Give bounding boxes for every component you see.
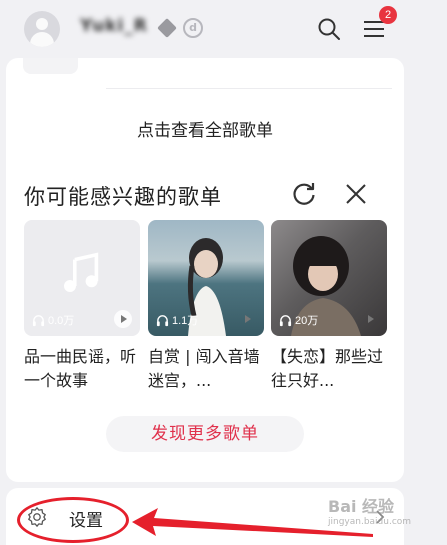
- view-all-playlists-link[interactable]: 点击查看全部歌单: [6, 116, 404, 141]
- level-badge[interactable]: d: [183, 18, 203, 38]
- refresh-icon[interactable]: [291, 181, 317, 207]
- playlist-cover[interactable]: 20万: [271, 220, 387, 336]
- recommended-section-title: 你可能感兴趣的歌单: [24, 185, 222, 209]
- play-icon[interactable]: [361, 310, 379, 328]
- watermark: Bai 经验 jingyan.baidu.com: [328, 497, 412, 527]
- discover-more-button[interactable]: 发现更多歌单: [106, 416, 304, 452]
- playlist-title[interactable]: 品一曲民谣，听一个故事: [24, 345, 140, 393]
- play-count: 20万: [279, 312, 318, 328]
- headphone-icon: [279, 314, 292, 326]
- close-icon[interactable]: [344, 182, 368, 206]
- annotation-circle: [17, 497, 129, 543]
- playlist-item[interactable]: 20万 【失恋】那些过往只好...: [271, 220, 387, 393]
- play-count: 0.0万: [32, 312, 74, 328]
- vip-icon[interactable]: [157, 18, 177, 38]
- playlist-title[interactable]: 自赏 | 闯入音墙迷宫，...: [148, 345, 264, 393]
- divider: [106, 88, 392, 89]
- notification-badge: 2: [379, 6, 397, 24]
- top-bar: Yuki_R d 2: [0, 0, 447, 58]
- playlist-item[interactable]: 1.1万 自赏 | 闯入音墙迷宫，...: [148, 220, 264, 393]
- music-note-icon: [64, 252, 99, 292]
- playlist-item[interactable]: 0.0万 品一曲民谣，听一个故事: [24, 220, 140, 393]
- headphone-icon: [32, 314, 45, 326]
- play-icon[interactable]: [114, 310, 132, 328]
- card-handle: [23, 58, 78, 74]
- play-icon[interactable]: [238, 310, 256, 328]
- playlist-title[interactable]: 【失恋】那些过往只好...: [271, 345, 387, 393]
- playlist-cover[interactable]: 1.1万: [148, 220, 264, 336]
- avatar[interactable]: [24, 11, 60, 47]
- play-count: 1.1万: [156, 312, 198, 328]
- playlist-cover[interactable]: 0.0万: [24, 220, 140, 336]
- search-icon[interactable]: [317, 17, 341, 41]
- username[interactable]: Yuki_R: [80, 16, 148, 36]
- headphone-icon: [156, 314, 169, 326]
